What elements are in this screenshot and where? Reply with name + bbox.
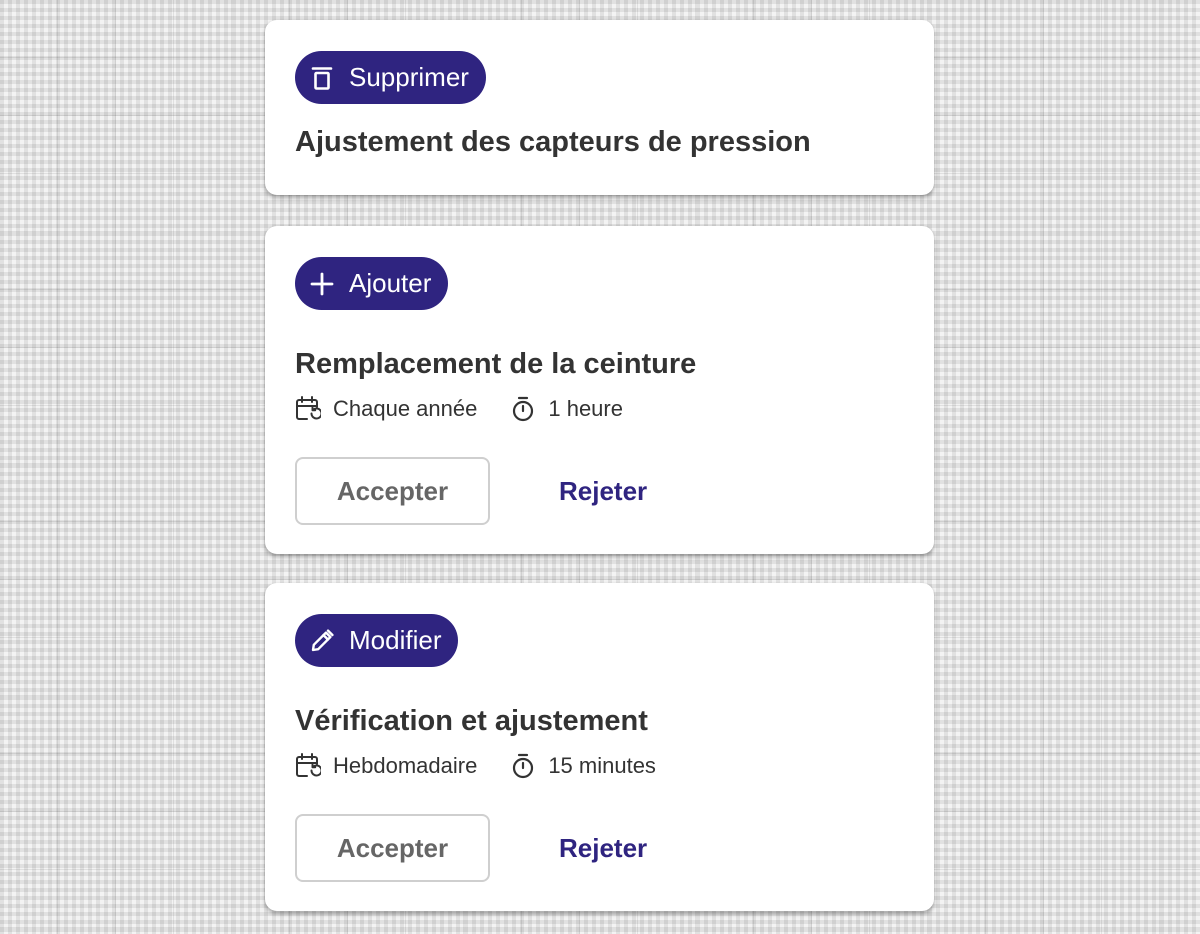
- badge-label: Modifier: [349, 625, 442, 655]
- task-title: Remplacement de la ceinture: [295, 348, 697, 380]
- duration-label: 15 minutes: [548, 753, 656, 778]
- card-actions: Accepter Rejeter: [295, 457, 904, 525]
- task-title: Vérification et ajustement: [295, 705, 648, 737]
- change-card-delete: Supprimer Ajustement des capteurs de pre…: [265, 20, 934, 195]
- frequency-label: Chaque année: [333, 396, 478, 421]
- task-meta: Hebdomadaire 15 minutes: [295, 751, 904, 781]
- task-title: Ajustement des capteurs de pression: [295, 126, 811, 158]
- task-meta: Chaque année 1 heure: [295, 394, 904, 424]
- card-actions: Accepter Rejeter: [295, 814, 904, 882]
- badge-label: Supprimer: [349, 62, 469, 92]
- reject-button[interactable]: Rejeter: [559, 476, 647, 507]
- change-type-badge-modify: Modifier: [295, 614, 459, 667]
- frequency-label: Hebdomadaire: [333, 753, 478, 778]
- calendar-repeat-icon: [295, 395, 321, 423]
- plus-icon: [308, 270, 336, 298]
- timer-icon: [510, 395, 536, 423]
- change-type-badge-delete: Supprimer: [295, 51, 486, 104]
- reject-button[interactable]: Rejeter: [559, 833, 647, 864]
- pencil-icon: [308, 627, 336, 655]
- accept-button[interactable]: Accepter: [295, 457, 490, 525]
- change-card-modify: Modifier Vérification et ajustement Hebd…: [265, 583, 934, 911]
- accept-button[interactable]: Accepter: [295, 814, 490, 882]
- duration-label: 1 heure: [548, 396, 623, 421]
- badge-label: Ajouter: [349, 268, 432, 298]
- change-type-badge-add: Ajouter: [295, 257, 449, 310]
- calendar-repeat-icon: [295, 752, 321, 780]
- change-card-add: Ajouter Remplacement de la ceinture Chaq…: [265, 226, 934, 554]
- timer-icon: [510, 752, 536, 780]
- trash-icon: [308, 64, 336, 92]
